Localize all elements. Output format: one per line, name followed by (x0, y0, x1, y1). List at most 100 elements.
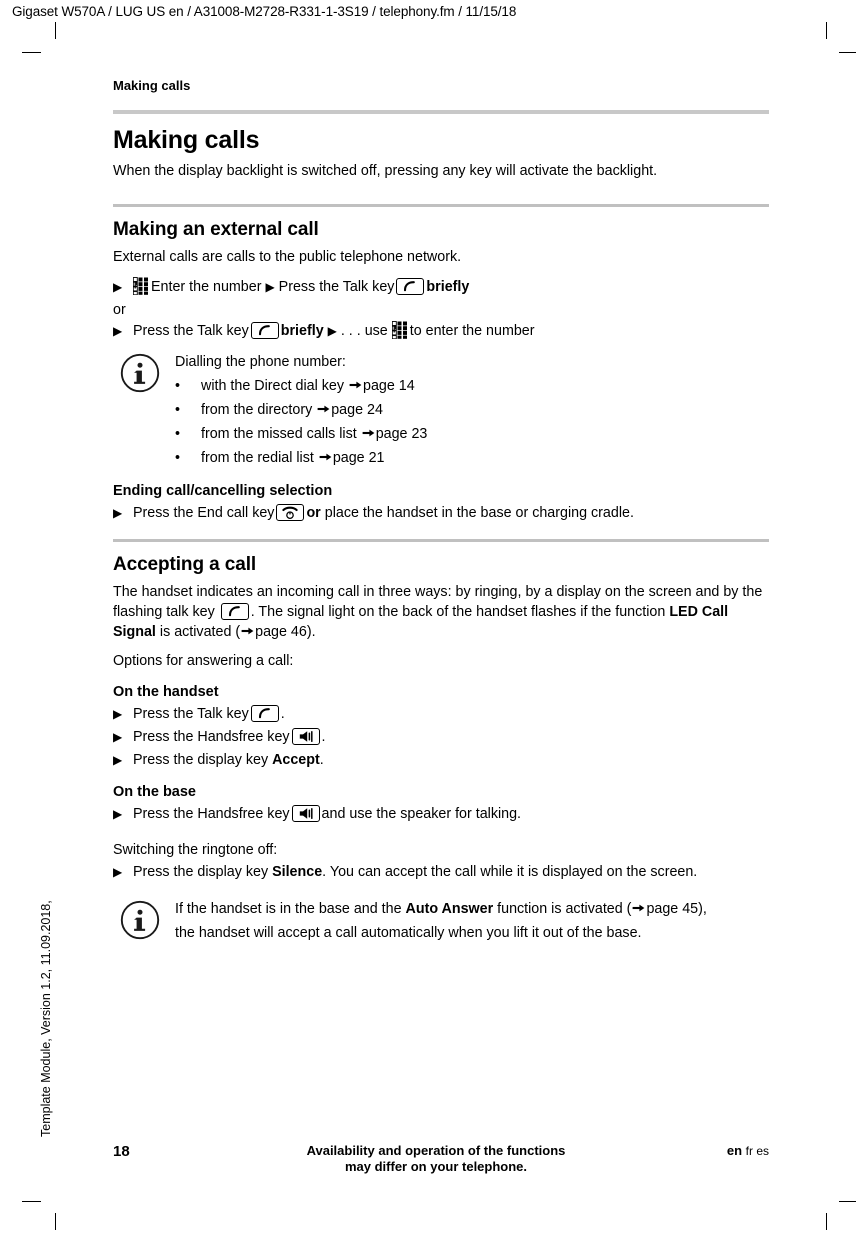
step-end-call: ▶ Press the End call key or place the han… (113, 503, 769, 524)
step-label-a: Press the Talk key (133, 706, 249, 722)
arrow-right-icon (632, 903, 645, 913)
crop-mark-bottom-right-v (826, 1213, 827, 1230)
page-reference: page 45 (646, 901, 699, 917)
dialling-methods-list: • with the Direct dial key page 14 • fro… (175, 374, 769, 470)
step-text: Press the End call key or place the hands… (133, 503, 769, 524)
bullet-icon: • (175, 450, 181, 466)
triangle-right-icon: ▶ (113, 280, 123, 294)
bullet-icon: • (175, 402, 181, 418)
step-press-display-key-accept: ▶ Press the display key Accept. (113, 750, 769, 771)
step-label-c: . (319, 752, 324, 768)
info-box-body: If the handset is in the base and the Au… (175, 897, 769, 945)
triangle-right-icon: ▶ (113, 506, 123, 520)
feature-name-auto-answer: Auto Answer (405, 901, 494, 917)
list-item: • from the directory page 24 (175, 398, 769, 422)
triangle-right-icon: ▶ (113, 707, 123, 721)
step-label-a: Press the Handsfree key (133, 729, 290, 745)
step-label-b: . (280, 706, 285, 722)
step-label-a: Press the Handsfree key (133, 806, 290, 822)
bullet-icon: • (175, 426, 181, 442)
chapter-title: Making calls (113, 78, 191, 93)
step-label-c: place the handset in the base or chargin… (324, 505, 634, 521)
list-item: • with the Direct dial key page 14 (175, 374, 769, 398)
step-label-a: Press the End call key (133, 505, 275, 521)
page-reference: page 23 (375, 426, 428, 442)
rule-section-accepting (113, 539, 769, 542)
info-box-auto-answer: If the handset is in the base and the Au… (113, 897, 769, 945)
page-title: Making calls (113, 126, 260, 154)
footer-notice: Availability and operation of the functi… (173, 1143, 699, 1175)
external-call-lead: External calls are calls to the public t… (113, 249, 462, 265)
subsection-heading-on-the-base: On the base (113, 784, 196, 800)
step-label-c: . You can accept the call while it is di… (322, 864, 698, 880)
step-press-handsfree-key: ▶ Press the Handsfree key. (113, 727, 769, 748)
step-label-b: or (306, 505, 321, 521)
list-item-text: from the missed calls list page 23 (201, 422, 769, 446)
paragraph-part-d: is activated ( (159, 624, 241, 640)
page-footer: 18 Availability and operation of the fun… (113, 1143, 769, 1175)
info-part-a: If the handset is in the base and the (175, 901, 402, 917)
arrow-right-icon (241, 626, 254, 636)
list-item-label: from the missed calls list (201, 426, 357, 442)
page-reference: page 21 (332, 450, 385, 466)
step-label-a: Press the display key (133, 752, 269, 768)
list-item-text: with the Direct dial key page 14 (201, 374, 769, 398)
crop-mark-top-right-h (839, 52, 856, 53)
display-key-silence-label: Silence (272, 864, 323, 880)
list-item-label: from the directory (201, 402, 313, 418)
page-number: 18 (113, 1143, 130, 1160)
step-text: Press the Talk key briefly ▶ . . . use to… (133, 321, 769, 342)
bullet-icon: • (175, 378, 181, 394)
talk-key-icon (396, 278, 425, 295)
talk-key-icon (220, 603, 249, 620)
step-text: Press the display key Silence. You can a… (133, 862, 769, 883)
info-part-c: function is activated ( (497, 901, 632, 917)
step-label-b: Press the Talk key (278, 279, 395, 295)
info-box-dialling: Dialling the phone number: • with the Di… (113, 350, 769, 470)
talk-key-icon (250, 705, 279, 722)
auto-answer-line-2: the handset will accept a call automatic… (175, 925, 642, 941)
info-intro: Dialling the phone number: (175, 354, 346, 370)
triangle-right-icon: ▶ (327, 324, 337, 338)
info-icon (119, 352, 161, 394)
triangle-right-icon: ▶ (113, 753, 123, 767)
list-item: • from the redial list page 21 (175, 446, 769, 470)
paragraph-part-e: ). (306, 624, 316, 640)
talk-key-icon (250, 322, 279, 339)
step-label-a: Press the Talk key (133, 323, 249, 339)
crop-mark-top-right-v (826, 22, 827, 39)
rule-section-external (113, 204, 769, 207)
section-heading-external-call: Making an external call (113, 219, 319, 240)
step-text: Press the display key Accept. (133, 750, 769, 771)
footer-notice-line-1: Availability and operation of the functi… (306, 1143, 566, 1158)
arrow-right-icon (319, 452, 332, 462)
end-call-key-icon (276, 504, 305, 521)
step-label-c: . . . use (340, 323, 388, 339)
display-key-accept-label: Accept (272, 752, 320, 768)
triangle-right-icon: ▶ (113, 324, 123, 338)
list-item-label: from the redial list (201, 450, 314, 466)
list-item-text: from the directory page 24 (201, 398, 769, 422)
rule-top (113, 110, 769, 114)
crop-mark-top-left-h (22, 52, 41, 53)
list-item-text: from the redial list page 21 (201, 446, 769, 470)
list-item: • from the missed calls list page 23 (175, 422, 769, 446)
answer-options-lead: Options for answering a call: (113, 653, 294, 669)
step-label-c: briefly (426, 279, 470, 295)
section-heading-accepting-call: Accepting a call (113, 554, 257, 575)
triangle-right-icon: ▶ (113, 807, 123, 821)
triangle-right-icon: ▶ (113, 865, 123, 879)
page-content: Making calls When the display backlight … (113, 110, 769, 949)
triangle-right-icon: ▶ (113, 730, 123, 744)
language-indicator: en fr es (699, 1143, 769, 1158)
info-box-body: Dialling the phone number: • with the Di… (175, 350, 769, 470)
accepting-call-paragraph: The handset indicates an incoming call i… (113, 582, 769, 642)
template-version-note: Template Module, Version 1.2, 11.09.2018… (39, 900, 53, 1137)
language-current: en (726, 1143, 743, 1158)
crop-mark-bottom-left-v (55, 1213, 56, 1230)
step-text: Press the Handsfree key and use the speak… (133, 804, 769, 825)
step-label-a: Press the display key (133, 864, 269, 880)
language-others: fr es (745, 1144, 769, 1158)
footer-notice-line-2: may differ on your telephone. (344, 1159, 528, 1174)
step-text: Enter the number ▶ Press the Talk key bri… (133, 277, 769, 298)
